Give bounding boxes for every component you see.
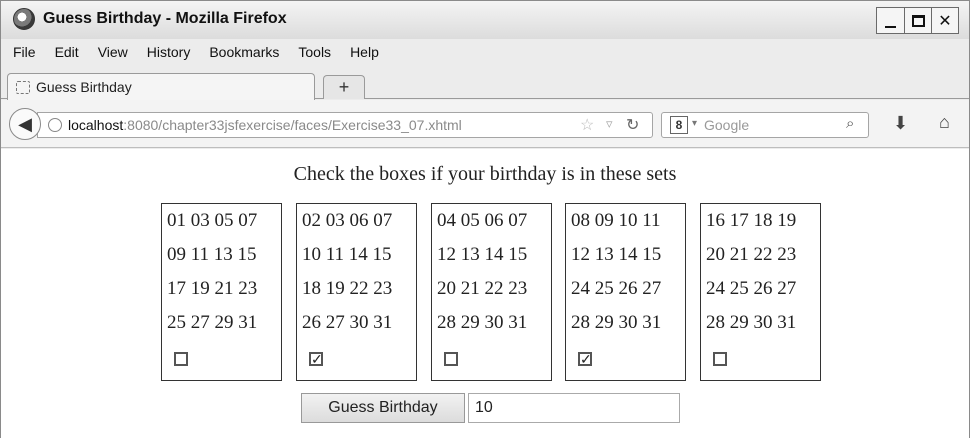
page-heading: Check the boxes if your birthday is in t… (293, 163, 677, 185)
reload-icon[interactable]: ↻ (626, 115, 639, 135)
menu-history[interactable]: History (135, 41, 198, 65)
menu-bookmarks[interactable]: Bookmarks (197, 41, 286, 65)
firefox-logo-icon (13, 8, 35, 30)
url-host: localhost (68, 117, 124, 133)
card-number-row: 04 05 06 07 (437, 210, 528, 231)
window-controls: ✕ (876, 7, 959, 34)
menu-edit[interactable]: Edit (43, 41, 86, 65)
card-number-row: 28 29 30 31 (706, 312, 797, 333)
set-1-checkbox[interactable] (174, 352, 188, 366)
tab-label: Guess Birthday (36, 79, 132, 95)
close-icon: ✕ (938, 12, 952, 30)
menu-view[interactable]: View (86, 41, 135, 65)
page-favicon-icon (16, 81, 30, 94)
maximize-button[interactable] (904, 8, 931, 33)
window-title: Guess Birthday - Mozilla Firefox (43, 10, 287, 27)
card-number-row: 24 25 26 27 (706, 278, 797, 299)
set-4-checkbox[interactable]: ✓ (578, 352, 592, 366)
card-number-row: 28 29 30 31 (571, 312, 662, 333)
card-number-row: 16 17 18 19 (706, 210, 797, 231)
menu-help[interactable]: Help (338, 41, 386, 65)
menu-tools[interactable]: Tools (286, 41, 338, 65)
card-number-row: 25 27 29 31 (167, 312, 258, 333)
navigation-bar: localhost:8080/chapter33jsfexercise/face… (1, 100, 969, 148)
url-path: :8080/chapter33jsfexercise/faces/Exercis… (123, 117, 462, 133)
card-number-row: 28 29 30 31 (437, 312, 528, 333)
tab-guess-birthday[interactable]: Guess Birthday (7, 73, 315, 100)
card-number-row: 01 03 05 07 (167, 210, 258, 231)
minimize-icon (885, 25, 896, 28)
card-number-row: 08 09 10 11 (571, 210, 661, 231)
card-number-row: 20 21 22 23 (437, 278, 528, 299)
card-number-row: 20 21 22 23 (706, 244, 797, 265)
card-number-row: 02 03 06 07 (302, 210, 393, 231)
back-arrow-icon: ◀ (18, 114, 32, 134)
search-icon[interactable]: ⌕ (846, 115, 854, 132)
card-number-row: 12 13 14 15 (437, 244, 528, 265)
result-field[interactable]: 10 (468, 393, 680, 423)
card-number-row: 12 13 14 15 (571, 244, 662, 265)
url-text: localhost:8080/chapter33jsfexercise/face… (68, 117, 462, 133)
title-bar: Guess Birthday - Mozilla Firefox ✕ (1, 1, 969, 39)
set-2-checkbox[interactable]: ✓ (309, 352, 323, 366)
maximize-icon (911, 14, 925, 27)
menu-file[interactable]: File (1, 41, 43, 65)
download-icon[interactable]: ⬇ (893, 113, 908, 134)
card-number-row: 09 11 13 15 (167, 244, 257, 265)
card-number-row: 24 25 26 27 (571, 278, 662, 299)
browser-window: Guess Birthday - Mozilla Firefox ✕ File … (0, 0, 970, 438)
site-identity-icon[interactable] (48, 118, 62, 132)
new-tab-button[interactable]: + (323, 75, 365, 99)
minimize-button[interactable] (877, 8, 904, 33)
url-history-dropdown-icon[interactable]: ▿ (606, 116, 613, 132)
search-engine-dropdown-icon[interactable]: ▾ (692, 118, 697, 129)
page-content: Check the boxes if your birthday is in t… (1, 149, 969, 438)
card-number-row: 26 27 30 31 (302, 312, 393, 333)
set-5-checkbox[interactable] (713, 352, 727, 366)
back-button[interactable]: ◀ (9, 108, 41, 140)
card-number-row: 18 19 22 23 (302, 278, 393, 299)
card-number-row: 17 19 21 23 (167, 278, 258, 299)
url-bar[interactable]: localhost:8080/chapter33jsfexercise/face… (37, 112, 653, 138)
search-placeholder: Google (704, 117, 750, 133)
card-number-row: 10 11 14 15 (302, 244, 392, 265)
menu-bar: File Edit View History Bookmarks Tools H… (1, 41, 386, 65)
guess-birthday-button[interactable]: Guess Birthday (301, 393, 465, 423)
number-set-card-1: 01 03 05 07 09 11 13 15 17 19 21 23 25 2… (161, 203, 282, 381)
number-set-card-5: 16 17 18 19 20 21 22 23 24 25 26 27 28 2… (700, 203, 821, 381)
close-button[interactable]: ✕ (931, 8, 958, 33)
search-engine-icon[interactable]: 8 (670, 116, 688, 134)
tab-strip: Guess Birthday + (1, 67, 969, 100)
number-set-card-3: 04 05 06 07 12 13 14 15 20 21 22 23 28 2… (431, 203, 552, 381)
search-bar[interactable]: 8 ▾ Google ⌕ (661, 112, 869, 138)
home-icon[interactable]: ⌂ (939, 112, 950, 133)
number-set-card-4: 08 09 10 11 12 13 14 15 24 25 26 27 28 2… (565, 203, 686, 381)
bookmark-star-icon[interactable]: ☆ (580, 115, 594, 135)
number-set-card-2: 02 03 06 07 10 11 14 15 18 19 22 23 26 2… (296, 203, 417, 381)
set-3-checkbox[interactable] (444, 352, 458, 366)
